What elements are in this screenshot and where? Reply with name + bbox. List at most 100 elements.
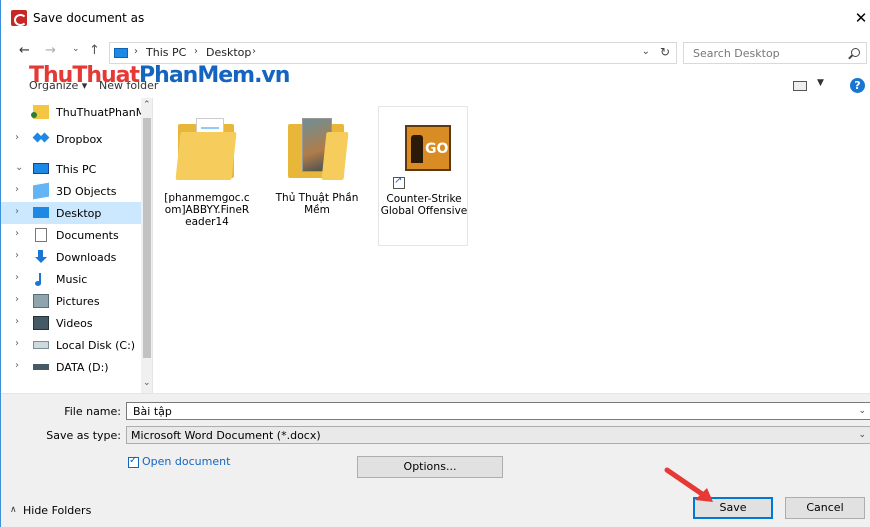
expand-chevron-icon[interactable]: ›	[15, 294, 19, 305]
go-mark: GO	[425, 141, 449, 157]
scrollbar-thumb[interactable]	[143, 118, 151, 358]
expand-chevron-icon[interactable]: ›	[15, 316, 19, 327]
nav-item-documents[interactable]: › Documents	[1, 224, 141, 246]
search-placeholder: Search Desktop	[693, 47, 780, 60]
soldier-silhouette	[411, 135, 423, 163]
nav-scrollbar[interactable]: ⌃ ⌄	[141, 98, 152, 393]
search-icon[interactable]	[851, 48, 860, 57]
breadcrumb-chevron-icon[interactable]: ›	[252, 46, 256, 57]
nav-item-label: Music	[56, 273, 88, 286]
file-name-dropdown-icon[interactable]: ⌄	[858, 406, 866, 416]
address-dropdown-icon[interactable]: ⌄	[642, 46, 650, 57]
address-bar[interactable]: › This PC › Desktop › ⌄ ↻	[109, 42, 677, 64]
videos-icon	[33, 316, 49, 330]
expand-chevron-icon[interactable]: ›	[15, 272, 19, 283]
expand-chevron-icon[interactable]: ›	[15, 228, 19, 239]
nav-item-pictures[interactable]: › Pictures	[1, 290, 141, 312]
nav-item-label: Dropbox	[56, 133, 103, 146]
hide-folders-button[interactable]: Hide Folders	[23, 504, 91, 517]
nav-item-videos[interactable]: › Videos	[1, 312, 141, 334]
watermark-part2: PhanMem.vn	[139, 63, 290, 88]
up-arrow-icon[interactable]: ↑	[89, 43, 100, 58]
file-item-label: Thủ Thuật Phần Mềm	[275, 192, 359, 216]
documents-icon	[35, 228, 47, 242]
nav-item-3d-objects[interactable]: › 3D Objects	[1, 180, 141, 202]
app-logo-icon	[11, 10, 27, 26]
nav-item-label: Desktop	[56, 207, 102, 220]
help-icon[interactable]: ?	[850, 78, 865, 93]
drive-icon	[33, 364, 49, 370]
expand-chevron-icon[interactable]: ›	[15, 338, 19, 349]
forward-arrow-icon[interactable]: →	[45, 43, 56, 58]
expand-chevron-icon[interactable]: ›	[15, 184, 19, 195]
open-document-label[interactable]: Open document	[142, 455, 230, 468]
nav-item-music[interactable]: › Music	[1, 268, 141, 290]
nav-item-label: Downloads	[56, 251, 117, 264]
cancel-button[interactable]: Cancel	[785, 497, 865, 519]
nav-item-label: Documents	[56, 229, 119, 242]
save-dialog: Save document as ✕ ← → ⌄ ↑ › This PC › D…	[0, 0, 870, 527]
toolbar: Organize ▾ New folder ThuThuatPhanMem.vn…	[1, 63, 870, 98]
save-type-value: Microsoft Word Document (*.docx)	[131, 429, 321, 442]
breadcrumb-chevron-icon[interactable]: ›	[194, 46, 198, 57]
breadcrumb-desktop[interactable]: Desktop	[206, 46, 251, 59]
nav-item-label: 3D Objects	[56, 185, 117, 198]
nav-item-local-disk-c[interactable]: › Local Disk (C:)	[1, 334, 141, 356]
nav-item-dropbox[interactable]: › Dropbox	[1, 128, 141, 150]
collapse-chevron-icon[interactable]: ⌄	[15, 162, 23, 173]
navigation-pane: ThuThuatPhanM › Dropbox ⌄ This PC › 3D O…	[1, 98, 153, 393]
nav-item-thuthuatphanmem[interactable]: ThuThuatPhanM	[1, 101, 145, 123]
expand-chevron-icon[interactable]: ›	[15, 360, 19, 371]
nav-item-data-d[interactable]: › DATA (D:)	[1, 356, 141, 378]
watermark-part1: ThuThuat	[29, 63, 140, 88]
file-item-csgo-shortcut[interactable]: GO Counter-Strike Global Offensive	[378, 106, 468, 246]
pictures-icon	[33, 294, 49, 308]
file-item-abbyy-folder[interactable]: [phanmemgoc.com]ABBYY.FineReader14	[162, 106, 252, 246]
downloads-icon	[33, 250, 49, 264]
nav-item-label: Videos	[56, 317, 93, 330]
breadcrumb-this-pc[interactable]: This PC	[146, 46, 186, 59]
expand-chevron-icon[interactable]: ›	[15, 132, 19, 143]
game-shortcut-icon: GO	[391, 115, 455, 189]
watermark-logo: ThuThuatPhanMem.vn	[29, 63, 290, 88]
chevron-up-icon[interactable]: ∧	[10, 505, 17, 515]
back-arrow-icon[interactable]: ←	[19, 43, 30, 58]
nav-item-downloads[interactable]: › Downloads	[1, 246, 141, 268]
folder-front	[175, 132, 237, 180]
file-item-label: [phanmemgoc.com]ABBYY.FineReader14	[164, 192, 250, 228]
dropbox-icon	[33, 132, 49, 146]
folder-icon	[284, 114, 349, 184]
nav-item-label: This PC	[56, 163, 97, 176]
view-options-icon[interactable]	[793, 81, 807, 91]
nav-item-desktop[interactable]: › Desktop	[1, 202, 141, 224]
folder-front	[321, 132, 349, 180]
close-icon[interactable]: ✕	[851, 8, 870, 28]
shortcut-arrow-icon	[393, 175, 405, 189]
title-bar: Save document as ✕	[1, 0, 870, 36]
save-type-label: Save as type:	[46, 429, 121, 442]
file-item-label: Counter-Strike Global Offensive	[380, 193, 468, 217]
save-type-select[interactable]: Microsoft Word Document (*.docx) ⌄	[126, 426, 870, 444]
save-type-dropdown-icon[interactable]: ⌄	[858, 430, 866, 440]
breadcrumb-chevron-icon[interactable]: ›	[134, 46, 138, 57]
file-name-value: Bài tập	[133, 405, 172, 418]
expand-chevron-icon[interactable]: ›	[15, 250, 19, 261]
file-name-label: File name:	[64, 405, 121, 418]
options-button[interactable]: Options...	[357, 456, 503, 478]
scroll-up-icon[interactable]: ⌃	[143, 100, 151, 110]
search-input[interactable]: Search Desktop	[683, 42, 867, 64]
scroll-down-icon[interactable]: ⌄	[143, 378, 151, 388]
open-document-checkbox[interactable]	[128, 455, 139, 468]
recent-locations-chevron-icon[interactable]: ⌄	[72, 44, 80, 54]
folder-icon	[31, 105, 49, 119]
nav-item-label: Local Disk (C:)	[56, 339, 136, 352]
file-item-thuthuat-folder[interactable]: Thủ Thuật Phần Mềm	[272, 106, 362, 246]
nav-item-label: ThuThuatPhanM	[56, 106, 146, 119]
save-form: File name: Bài tập ⌄ Save as type: Micro…	[1, 394, 870, 527]
view-dropdown-icon[interactable]: ▼	[817, 78, 824, 88]
expand-chevron-icon[interactable]: ›	[15, 206, 19, 217]
nav-item-this-pc[interactable]: ⌄ This PC	[1, 158, 141, 180]
file-name-input[interactable]: Bài tập ⌄	[126, 402, 870, 420]
refresh-icon[interactable]: ↻	[660, 45, 670, 59]
computer-icon	[33, 163, 49, 174]
